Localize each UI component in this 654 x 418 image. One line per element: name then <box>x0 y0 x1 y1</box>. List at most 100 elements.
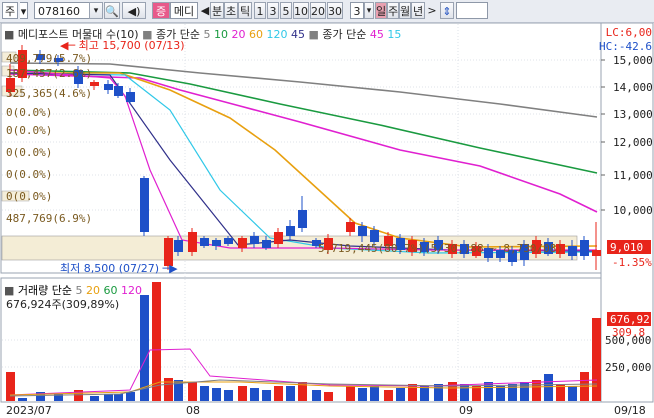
vp-label: 0(0.0%) <box>6 168 52 181</box>
period-button-10[interactable]: 10 <box>293 2 309 19</box>
extra-input[interactable] <box>456 2 488 19</box>
volume-bar <box>384 390 393 401</box>
price-axis-label: 12,000 <box>613 136 653 149</box>
next-arrow-icon[interactable]: > <box>427 2 437 19</box>
volume-bar <box>6 372 15 401</box>
candle-body <box>90 82 99 86</box>
price-axis-label: 15,000 <box>613 54 653 67</box>
ma2-legend-label: 종가 단순 <box>322 28 367 41</box>
period-week-label: 주 <box>388 5 399 18</box>
candle-body <box>224 238 233 244</box>
vp-label: 0(0.0%) <box>6 146 52 159</box>
candle-body <box>298 210 307 228</box>
vp-label: 325,365(4.6%) <box>6 87 92 100</box>
period-year-button[interactable]: 년 <box>411 2 425 19</box>
volume-bar <box>312 390 321 401</box>
volume-bar <box>114 394 123 401</box>
legend-square-icon: ■ <box>4 28 15 41</box>
vp-label: 0(0.0%) <box>6 124 52 137</box>
current-price-label: 9,010 <box>610 241 643 254</box>
volume-axis-label: 500,000 <box>605 334 651 347</box>
ma60-legend: 60 <box>248 28 263 41</box>
period-minute-label: 분 <box>211 5 223 18</box>
vp-label: 0(0.0%) <box>6 106 52 119</box>
price-axis-label: 14,000 <box>613 81 653 94</box>
period-button-30[interactable]: 30 <box>327 2 343 19</box>
low-annotation: 최저 8,500 (07/27) ─▶ <box>60 262 178 275</box>
speaker-icon[interactable]: ◀) <box>122 2 146 19</box>
current-change-label: -1.35% <box>612 256 652 269</box>
period-week-button[interactable]: 주 <box>387 2 399 19</box>
volume-bar <box>568 386 577 401</box>
volume-bar <box>90 396 99 401</box>
volume-bar <box>358 388 367 401</box>
lc-readout: LC:6,00 <box>605 26 652 39</box>
candle-body <box>188 232 197 252</box>
period-button-3[interactable]: 3 <box>267 2 279 19</box>
vp-label: 0(0.0%) <box>6 190 52 203</box>
ma20-legend: 20 <box>231 28 246 41</box>
candle-body <box>370 230 379 242</box>
period-day-button[interactable]: 일 <box>375 2 387 19</box>
prev-arrow-icon[interactable]: ◀ <box>200 2 210 19</box>
stock-code-input[interactable]: 078160 <box>34 2 90 19</box>
price-axis-label: 13,000 <box>613 108 653 121</box>
code-dropdown-icon[interactable]: ▾ <box>89 2 103 19</box>
view-toggle-button[interactable]: 증 <box>152 2 170 19</box>
chart-type-dropdown-icon[interactable]: ▾ <box>20 2 28 19</box>
period-second-label: 초 <box>225 5 237 18</box>
volume-bar <box>484 382 493 401</box>
volume-bar <box>420 386 429 401</box>
period-second-button[interactable]: 초 <box>224 2 238 19</box>
volume-current: 676,924주(309,89%) <box>6 298 120 311</box>
volume-bar <box>238 386 247 401</box>
volume-bar <box>274 386 283 401</box>
volume-bar <box>370 386 379 401</box>
candle-body <box>126 92 135 102</box>
volume-bar <box>544 374 553 401</box>
count-dropdown-icon[interactable]: ▾ <box>364 2 374 19</box>
period-button-20[interactable]: 20 <box>310 2 326 19</box>
volume-bar <box>262 390 271 401</box>
period-button-5-label: 5 <box>282 5 290 18</box>
stock-name-value: 메디 <box>173 5 195 18</box>
period-button-10-label: 10 <box>294 5 308 18</box>
volume-bar <box>140 295 149 401</box>
candle-body <box>174 240 183 252</box>
volume-bar <box>286 386 295 401</box>
volume-bar <box>408 384 417 401</box>
chart-type-select[interactable]: 주 <box>2 2 18 19</box>
count-select[interactable]: 3 <box>350 2 364 19</box>
volume-axis-label: 250,000 <box>605 361 651 374</box>
vp-long-label: 5,719,445(80.7%)(5/30,)88 ~ 8,730/08) <box>318 242 563 255</box>
period-button-1[interactable]: 1 <box>254 2 266 19</box>
chart-type-label: 주 <box>4 5 16 18</box>
volume-bar <box>104 394 113 401</box>
volume-bar <box>346 386 355 401</box>
updown-arrow-icon[interactable]: ⇕ <box>440 2 454 19</box>
volume-bar <box>200 386 209 401</box>
ma2-45-legend: 45 <box>369 28 384 41</box>
vp-label: 409,779(5.7%) <box>6 52 92 65</box>
volume-bar <box>164 378 173 401</box>
ma120-legend: 120 <box>266 28 288 41</box>
period-month-label: 월 <box>400 5 411 18</box>
count-value: 3 <box>353 5 361 18</box>
volume-bar <box>324 392 333 401</box>
candle-body <box>568 246 577 256</box>
vol-ma120-legend: 120 <box>121 284 143 297</box>
period-tick-button[interactable]: 틱 <box>238 2 252 19</box>
view-toggle-label: 증 <box>155 5 167 18</box>
volume-bar <box>460 384 469 401</box>
period-button-5[interactable]: 5 <box>280 2 292 19</box>
search-icon[interactable]: 🔍 <box>104 2 120 19</box>
candle-body <box>274 232 283 244</box>
candle-body <box>592 250 601 256</box>
volume-bar <box>434 384 443 401</box>
date-axis-label: 09 <box>459 404 473 417</box>
period-year-label: 년 <box>412 5 424 18</box>
volume-bar <box>212 388 221 401</box>
legend-square-icon: ■ <box>142 28 153 41</box>
period-month-button[interactable]: 월 <box>399 2 411 19</box>
period-minute-button[interactable]: 분 <box>210 2 224 19</box>
